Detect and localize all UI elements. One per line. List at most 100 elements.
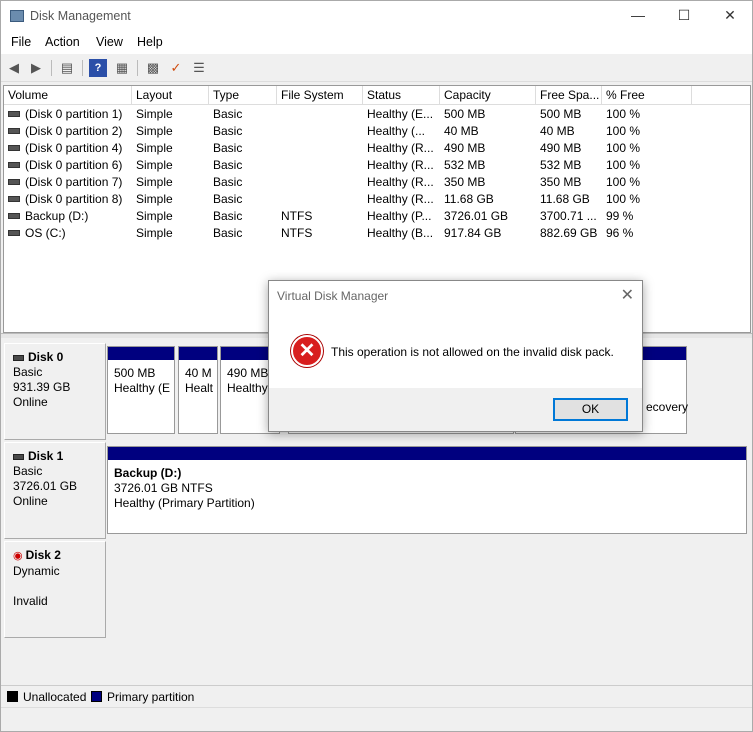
cell-type-text: Basic — [213, 175, 243, 189]
cell-volume-text: (Disk 0 partition 6) — [25, 158, 123, 172]
menu-file[interactable]: File — [11, 35, 31, 49]
table-row[interactable]: (Disk 0 partition 4) Simple Basic Healthy (… — [4, 140, 750, 157]
cell-file-system — [281, 106, 363, 123]
cell-capacity-text: 11.68 GB — [444, 192, 494, 206]
cell-status-text: Healthy (R... — [367, 192, 434, 206]
table-row[interactable]: (Disk 0 partition 1) Simple Basic Healthy (… — [4, 106, 750, 123]
close-button[interactable]: ✕ — [707, 1, 753, 32]
disk-0-size: 931.39 GB — [13, 380, 71, 394]
disk-1-size: 3726.01 GB — [13, 479, 78, 493]
cell-volume-text: Backup (D:) — [25, 209, 89, 223]
cell-free-space-text: 3700.71 ... — [540, 209, 597, 223]
cell-layout: Simple — [136, 106, 209, 123]
dialog-message: This operation is not allowed on the inv… — [331, 345, 614, 359]
column-file-system[interactable]: File System — [277, 86, 363, 105]
cell-capacity: 11.68 GB — [444, 191, 536, 208]
cell-layout-text: Simple — [136, 141, 173, 155]
checklist-properties-icon[interactable]: ✓ — [167, 59, 185, 77]
cell-volume-text: (Disk 0 partition 4) — [25, 141, 123, 155]
cell-layout-text: Simple — [136, 124, 173, 138]
disk-0-state: Online — [13, 395, 48, 409]
window-title: Disk Management — [30, 9, 131, 23]
connect-virtual-disk-icon[interactable]: ▩ — [144, 59, 162, 77]
table-row[interactable]: (Disk 0 partition 2) Simple Basic Healthy (… — [4, 123, 750, 140]
table-row[interactable]: OS (C:) Simple Basic NTFS Healthy (B... 917.8… — [4, 225, 750, 242]
column-volume[interactable]: Volume — [4, 86, 132, 105]
cell-file-system — [281, 174, 363, 191]
column-percent-free[interactable]: % Free — [602, 86, 692, 105]
dialog-close-icon[interactable]: ✕ — [621, 285, 634, 305]
disk-0-partition-2[interactable]: 40 M Healt — [178, 346, 218, 434]
cell-layout: Simple — [136, 123, 209, 140]
cell-layout: Simple — [136, 157, 209, 174]
status-bar — [1, 707, 752, 731]
cell-type: Basic — [213, 106, 277, 123]
table-row[interactable]: (Disk 0 partition 8) Simple Basic Healthy (… — [4, 191, 750, 208]
settings-list-icon[interactable]: ☰ — [190, 59, 208, 77]
cell-percent-free-text: 96 % — [606, 226, 634, 240]
error-icon: ✕ — [291, 335, 323, 367]
cell-percent-free: 100 % — [606, 123, 692, 140]
disk-0-label[interactable]: Disk 0 Basic 931.39 GB Online — [4, 343, 106, 440]
cell-capacity: 917.84 GB — [444, 225, 536, 242]
cell-status: Healthy (R... — [367, 140, 440, 157]
help-icon[interactable]: ? — [89, 59, 107, 77]
cell-layout: Simple — [136, 208, 209, 225]
cell-layout-text: Simple — [136, 226, 173, 240]
legend-bar: Unallocated Primary partition — [1, 685, 752, 707]
table-row[interactable]: Backup (D:) Simple Basic NTFS Healthy (P... 3… — [4, 208, 750, 225]
disk-icon — [13, 354, 24, 361]
minimize-button[interactable]: — — [615, 1, 661, 32]
cell-type: Basic — [213, 123, 277, 140]
back-arrow-icon[interactable]: ◀ — [5, 59, 23, 77]
disk-0-partition-1[interactable]: 500 MB Healthy (E — [107, 346, 175, 434]
cell-percent-free-text: 99 % — [606, 209, 634, 223]
cell-status-text: Healthy (P... — [367, 209, 432, 223]
menu-help[interactable]: Help — [137, 35, 163, 49]
disk-2-label[interactable]: ◉ Disk 2 Dynamic Invalid — [4, 541, 106, 638]
column-type[interactable]: Type — [209, 86, 277, 105]
disk-0-name: Disk 0 — [28, 350, 64, 364]
show-action-pane-icon[interactable]: ▦ — [113, 59, 131, 77]
menu-action[interactable]: Action — [45, 35, 80, 49]
cell-layout: Simple — [136, 225, 209, 242]
cell-free-space: 490 MB — [540, 140, 602, 157]
cell-capacity: 350 MB — [444, 174, 536, 191]
disk-1-label[interactable]: Disk 1 Basic 3726.01 GB Online — [4, 442, 106, 539]
cell-free-space: 532 MB — [540, 157, 602, 174]
cell-status: Healthy (B... — [367, 225, 440, 242]
disk-1-name: Disk 1 — [28, 449, 64, 463]
cell-volume: (Disk 0 partition 8) — [8, 191, 132, 208]
column-layout[interactable]: Layout — [132, 86, 209, 105]
disk-2-area[interactable] — [107, 541, 751, 638]
cell-free-space: 500 MB — [540, 106, 602, 123]
table-row[interactable]: (Disk 0 partition 6) Simple Basic Healthy (… — [4, 157, 750, 174]
cell-free-space-text: 532 MB — [540, 158, 582, 172]
cell-status-text: Healthy (E... — [367, 107, 434, 121]
column-header: Volume Layout Type File System Status Ca… — [4, 86, 750, 105]
column-capacity[interactable]: Capacity — [440, 86, 536, 105]
cell-capacity: 40 MB — [444, 123, 536, 140]
show-hide-console-tree-icon[interactable]: ▤ — [58, 59, 76, 77]
cell-type-text: Basic — [213, 226, 243, 240]
cell-type: Basic — [213, 191, 277, 208]
forward-arrow-icon[interactable]: ▶ — [27, 59, 45, 77]
title-bar: Disk Management — ☐ ✕ — [1, 1, 752, 32]
primary-partition-bar — [108, 347, 174, 360]
table-row[interactable]: (Disk 0 partition 7) Simple Basic Healthy (… — [4, 174, 750, 191]
disk-1-partition-backup[interactable]: Backup (D:) 3726.01 GB NTFS Healthy (Pri… — [107, 446, 747, 534]
toolbar-separator — [82, 60, 83, 76]
cell-volume: (Disk 0 partition 4) — [8, 140, 132, 157]
menu-view[interactable]: View — [96, 35, 123, 49]
volume-icon — [8, 178, 20, 185]
disk-0-type: Basic — [13, 365, 43, 379]
cell-volume: (Disk 0 partition 1) — [8, 106, 132, 123]
cell-layout-text: Simple — [136, 107, 173, 121]
ok-button[interactable]: OK — [553, 398, 628, 421]
toolbar-separator — [51, 60, 52, 76]
cell-type: Basic — [213, 157, 277, 174]
column-free-space[interactable]: Free Spa... — [536, 86, 602, 105]
maximize-button[interactable]: ☐ — [661, 1, 707, 32]
column-status[interactable]: Status — [363, 86, 440, 105]
partition-size: 500 MB — [114, 366, 156, 380]
